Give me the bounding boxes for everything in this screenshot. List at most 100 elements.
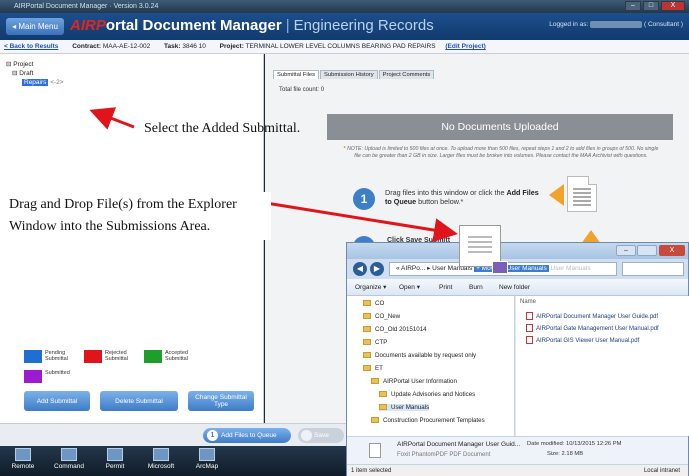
edit-project-link[interactable]: (Edit Project) bbox=[445, 43, 485, 50]
tab-submittal-files[interactable]: Submittal Files bbox=[273, 70, 320, 79]
logged-in-label: Logged in as: bbox=[549, 21, 589, 29]
folder-item[interactable]: AIRPortal User Information bbox=[371, 378, 457, 385]
back-arrow-icon[interactable]: ◀ bbox=[353, 262, 367, 276]
legend-item-rejected: Rejected Submittal bbox=[84, 350, 139, 363]
add-files-to-queue-button[interactable]: 1 Add Files to Queue bbox=[203, 428, 291, 443]
taskbar-label: Microsoft bbox=[147, 463, 175, 470]
explorer-minimize-button[interactable]: – bbox=[616, 245, 636, 256]
step-one-text-a: Drag files into this window or click the bbox=[385, 188, 505, 197]
drop-arrow-icon bbox=[549, 184, 564, 206]
file-item[interactable]: AIRPortal GIS Viewer User Manual.pdf bbox=[526, 336, 639, 344]
task-label: Task: bbox=[164, 43, 181, 50]
close-button[interactable]: X bbox=[661, 1, 685, 11]
upload-note: * NOTE: Upload is limited to 500 files a… bbox=[341, 146, 661, 159]
forward-arrow-icon[interactable]: ▶ bbox=[370, 262, 384, 276]
change-submittal-type-button[interactable]: Change Submittal Type bbox=[188, 391, 254, 411]
maximize-button[interactable]: □ bbox=[643, 1, 659, 11]
open-menu[interactable]: Open ▾ bbox=[399, 279, 420, 296]
folder-item[interactable]: Update Advisories and Notices bbox=[379, 391, 475, 398]
file-list: Name AIRPortal Document Manager User Gui… bbox=[516, 296, 689, 436]
minimize-button[interactable]: – bbox=[625, 1, 641, 11]
pending-swatch bbox=[24, 350, 42, 363]
screen: AIRPortal Document Manager · Version 3.0… bbox=[0, 0, 689, 476]
file-item[interactable]: AIRPortal Document Manager User Guide.pd… bbox=[526, 312, 658, 320]
submitted-swatch bbox=[24, 370, 42, 383]
no-documents-banner: No Documents Uploaded bbox=[327, 114, 673, 140]
tree-node-draft[interactable]: ⊟ Draft bbox=[6, 69, 64, 78]
contract-value: MAA-AE-12-002 bbox=[102, 43, 151, 50]
organize-menu[interactable]: Organize ▾ bbox=[355, 279, 386, 296]
folder-item-selected[interactable]: User Manuals bbox=[379, 404, 430, 411]
tree-node-repairs[interactable]: Repairs bbox=[22, 79, 49, 86]
folder-label: Documents available by request only bbox=[375, 352, 477, 359]
folder-icon bbox=[363, 300, 371, 306]
detail-file-type: Foxit PhantomPDF PDF Document bbox=[397, 452, 491, 458]
window-controls: – □ X bbox=[625, 1, 685, 11]
folder-icon bbox=[363, 339, 371, 345]
redacted-username bbox=[590, 21, 643, 28]
legend-item-submitted: Submitted bbox=[24, 370, 79, 383]
folder-item[interactable]: ET bbox=[363, 365, 383, 372]
delete-submittal-button[interactable]: Delete Submittal bbox=[100, 391, 178, 411]
explorer-maximize-button[interactable] bbox=[637, 245, 657, 256]
main-menu-button[interactable]: ◂ Main Menu bbox=[6, 18, 64, 35]
folder-icon bbox=[363, 313, 371, 319]
tree-node-selected[interactable]: Repairs <-2> bbox=[6, 78, 64, 87]
taskbar-item-microsoft[interactable]: Microsoft bbox=[140, 448, 182, 470]
tree-node-project[interactable]: ⊟ Project bbox=[6, 60, 64, 69]
step-two-icon bbox=[301, 430, 312, 441]
folder-label: ET bbox=[375, 365, 383, 372]
contract-label: Contract: bbox=[72, 43, 102, 50]
app-logo: AIRPortal Document Manager | Engineering R… bbox=[70, 16, 434, 36]
folder-label: CO bbox=[375, 300, 385, 307]
taskbar-item-remote[interactable]: Remote bbox=[2, 448, 44, 470]
burn-button[interactable]: Burn bbox=[469, 279, 483, 296]
task-value: 3846 10 bbox=[182, 43, 206, 50]
logged-in-role: ( Consultant ) bbox=[643, 21, 683, 29]
tree-node-count: <-2> bbox=[50, 79, 64, 86]
folder-label: CO_Old 20151014 bbox=[375, 326, 427, 333]
taskbar-item-command[interactable]: Command bbox=[48, 448, 90, 470]
folder-item[interactable]: Construction Procurement Templates bbox=[371, 417, 485, 424]
step-one-text: Drag files into this window or click the… bbox=[385, 188, 547, 206]
file-item[interactable]: AIRPortal Gate Management User Manual.pd… bbox=[526, 324, 659, 332]
taskbar-item-arcmap[interactable]: ArcMap bbox=[186, 448, 228, 470]
tab-submission-history[interactable]: Submission History bbox=[320, 70, 378, 79]
logo-prefix: AIRP bbox=[70, 17, 106, 34]
print-button[interactable]: Print bbox=[439, 279, 452, 296]
explorer-close-button[interactable]: X bbox=[659, 245, 685, 256]
folder-item[interactable]: CTP bbox=[363, 339, 387, 346]
taskbar-label: ArcMap bbox=[195, 463, 219, 470]
back-to-results-link[interactable]: < Back to Results bbox=[4, 43, 58, 50]
explorer-titlebar: – X bbox=[347, 243, 688, 259]
logo-subtitle: Engineering Records bbox=[293, 17, 434, 34]
tab-project-comments[interactable]: Project Comments bbox=[378, 70, 435, 79]
file-count: Total file count: 0 bbox=[279, 87, 325, 93]
panel-tabs: Submittal Files Submission History Proje… bbox=[273, 70, 435, 79]
folder-item[interactable]: CO bbox=[363, 300, 384, 307]
folder-icon bbox=[363, 352, 371, 358]
folder-label: User Manuals bbox=[391, 404, 430, 411]
folder-item[interactable]: CO_Old 20151014 bbox=[363, 326, 427, 333]
taskbar-item-permit[interactable]: Permit bbox=[94, 448, 136, 470]
app-header: ◂ Main Menu AIRPortal Document Manager | E… bbox=[0, 13, 689, 40]
document-lines bbox=[573, 188, 591, 190]
folder-item[interactable]: CO_New bbox=[363, 313, 400, 320]
logo-text: ortal Document Manager bbox=[105, 17, 282, 34]
name-column-header[interactable]: Name bbox=[520, 299, 536, 305]
note-text: NOTE: Upload is limited to 500 files at … bbox=[347, 146, 659, 159]
add-files-label: Add Files to Queue bbox=[221, 432, 277, 439]
project-value: TERMINAL LOWER LEVEL COLUMNS BEARING PAD… bbox=[245, 43, 436, 50]
new-folder-button[interactable]: New folder bbox=[499, 279, 530, 296]
save-submittal-button[interactable]: Save bbox=[298, 428, 344, 443]
explorer-search-input[interactable] bbox=[622, 262, 684, 276]
file-name: AIRPortal Gate Management User Manual.pd… bbox=[536, 326, 659, 332]
folder-item[interactable]: Documents available by request only bbox=[363, 352, 476, 359]
document-fold bbox=[588, 176, 597, 185]
details-pane: AIRPortal Document Manager User Guid... … bbox=[347, 436, 688, 464]
folder-label: CO_New bbox=[375, 313, 401, 320]
folder-label: CTP bbox=[375, 339, 388, 346]
explorer-window: – X ◀ ▶ « AIRPo... ▸ User Manuals + Move… bbox=[346, 242, 689, 476]
detail-modified: Date modified: 10/13/2015 12:26 PM bbox=[527, 441, 621, 447]
add-submittal-button[interactable]: Add Submittal bbox=[24, 391, 90, 411]
